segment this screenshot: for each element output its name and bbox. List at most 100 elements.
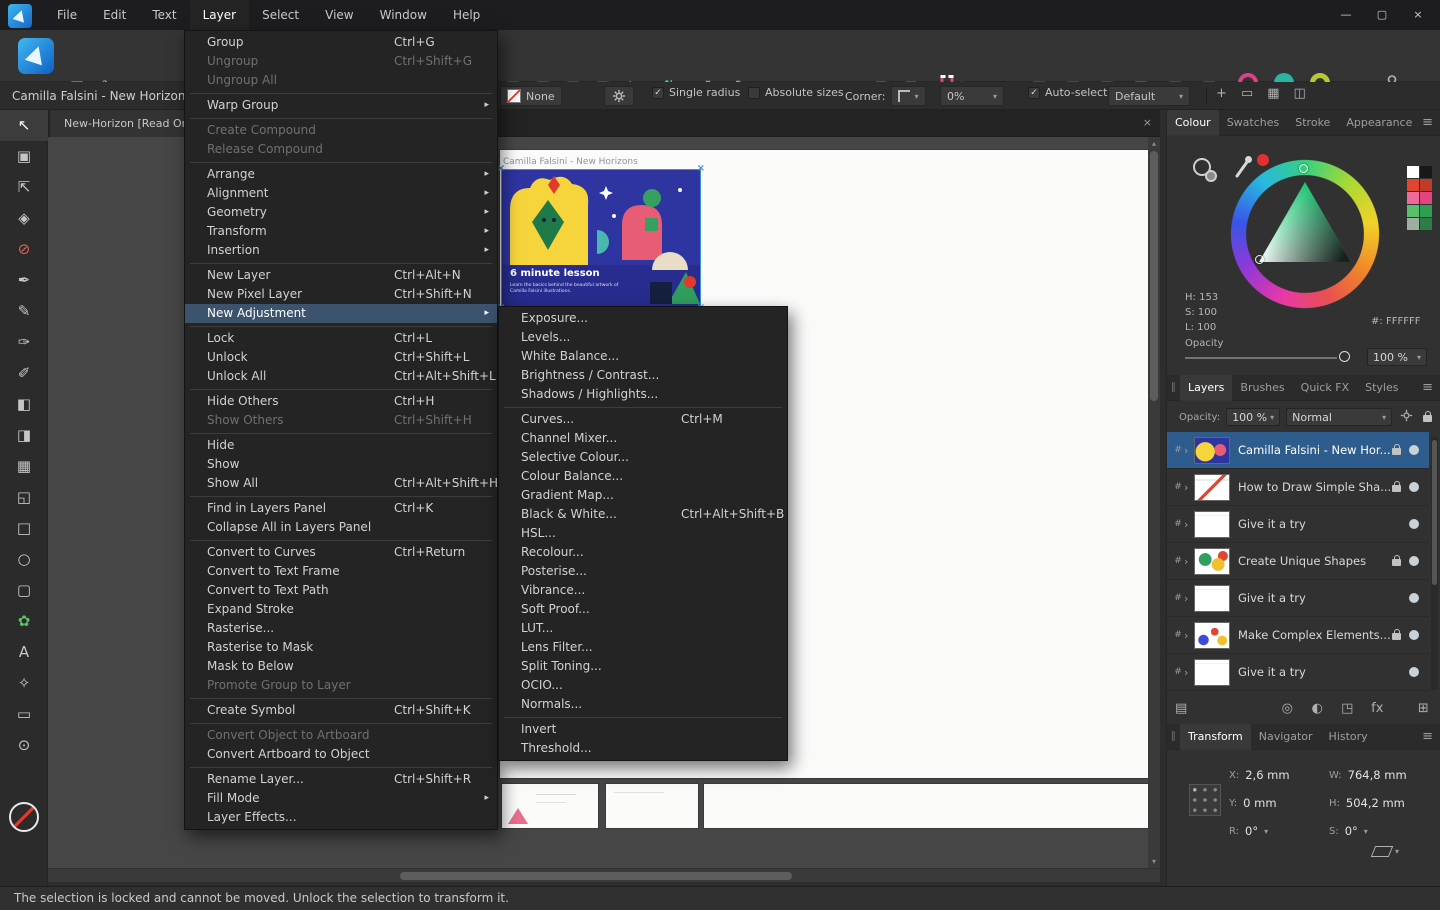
- scroll-up-icon[interactable]: ▴: [1148, 139, 1160, 148]
- menu-item[interactable]: Convert to Text Path ▸: [185, 581, 497, 600]
- fill-stroke-indicator[interactable]: [9, 802, 39, 832]
- expand-chevron-icon[interactable]: ›: [1184, 666, 1194, 679]
- colour-swatch[interactable]: [1407, 205, 1419, 217]
- menu-item[interactable]: Soft Proof... ▸: [499, 600, 787, 619]
- opacity-value-dropdown[interactable]: 100 % ▾: [1367, 348, 1427, 366]
- corner-type-dropdown[interactable]: ▾: [890, 86, 926, 106]
- layer-row[interactable]: # › Give it a try: [1167, 506, 1429, 543]
- menu-item[interactable]: LUT... ▸: [499, 619, 787, 638]
- menu-item[interactable]: Mask to Below ▸: [185, 657, 497, 676]
- colour-mode-icon[interactable]: [1191, 156, 1225, 190]
- caret-down-icon[interactable]: ▾: [1395, 847, 1399, 856]
- selected-artwork[interactable]: 6 minute lesson Learn the basics behind …: [497, 164, 705, 313]
- menu-item[interactable]: Rename Layer... Ctrl+Shift+R ▸: [185, 770, 497, 789]
- menu-item[interactable]: Warp Group ▸: [185, 96, 497, 115]
- menu-item[interactable]: Recolour... ▸: [499, 543, 787, 562]
- corner-radius-input[interactable]: 0% ▾: [940, 86, 1004, 106]
- layer-row[interactable]: # › How to Draw Simple Sha...: [1167, 469, 1429, 506]
- menu-item[interactable]: Show All Ctrl+Alt+Shift+H ▸: [185, 474, 498, 493]
- menu-item[interactable]: OCIO... ▸: [499, 676, 787, 695]
- menu-item[interactable]: Gradient Map... ▸: [499, 486, 787, 505]
- menu-item[interactable]: Exposure... ▸: [499, 309, 787, 328]
- menu-item[interactable]: Shadows / Highlights... ▸: [499, 385, 787, 404]
- expand-chevron-icon[interactable]: ›: [1184, 555, 1194, 568]
- menu-item[interactable]: Find in Layers Panel Ctrl+K ▸: [185, 499, 497, 518]
- fill-selector[interactable]: None: [500, 86, 562, 106]
- selection-handle-icon[interactable]: ×: [697, 164, 705, 174]
- panel-drag-handle[interactable]: ∥: [1167, 382, 1180, 393]
- panel-menu-icon[interactable]: ≡: [1422, 115, 1433, 130]
- text-tool[interactable]: A: [0, 637, 48, 668]
- colour-picker-tool[interactable]: ✧: [0, 668, 48, 699]
- mask-layer-icon[interactable]: ◎: [1277, 701, 1297, 716]
- artboard-thumb-3[interactable]: [704, 784, 1148, 828]
- close-button[interactable]: ×: [1400, 0, 1436, 30]
- menu-item[interactable]: Rasterise... ▸: [185, 619, 497, 638]
- node-tool[interactable]: ⇱: [0, 172, 48, 203]
- rectangle-tool[interactable]: □: [0, 513, 48, 544]
- panel-drag-handle[interactable]: ∥: [1167, 731, 1180, 742]
- move-tool[interactable]: ↖: [0, 110, 48, 141]
- blend-options-gear-icon[interactable]: [1400, 409, 1413, 425]
- menu-item[interactable]: Group Ctrl+G ▸: [185, 33, 497, 52]
- mesh-warp-tool[interactable]: ▦: [0, 451, 48, 482]
- transparency-tool[interactable]: ◨: [0, 420, 48, 451]
- menu-item[interactable]: Create Compound ▸: [185, 121, 497, 140]
- auto-select-checkbox[interactable]: ✓ Auto-select:: [1028, 86, 1111, 99]
- close-document-icon[interactable]: ×: [1143, 116, 1152, 129]
- panel-tab[interactable]: Stroke: [1287, 110, 1338, 136]
- expand-chevron-icon[interactable]: ›: [1184, 481, 1194, 494]
- menu-item[interactable]: Collapse All in Layers Panel ▸: [185, 518, 497, 537]
- grid-options-icon[interactable]: ◫: [1294, 86, 1306, 101]
- menubar-item[interactable]: Window: [367, 0, 440, 30]
- artboard-tool[interactable]: ▣: [0, 141, 48, 172]
- menu-item[interactable]: New Pixel Layer Ctrl+Shift+N ▸: [185, 285, 497, 304]
- add-layer-icon[interactable]: ⊞: [1413, 701, 1433, 716]
- colour-swatch[interactable]: [1420, 166, 1432, 178]
- lock-icon[interactable]: [1392, 555, 1401, 566]
- hex-readout[interactable]: #: FFFFFF: [1371, 316, 1420, 327]
- menu-item[interactable]: Unlock Ctrl+Shift+L ▸: [185, 348, 497, 367]
- panel-tab[interactable]: Transform: [1180, 723, 1251, 750]
- layers-scrollbar[interactable]: [1431, 437, 1438, 690]
- fx-layer-effects-icon[interactable]: fx: [1367, 701, 1387, 716]
- menu-item[interactable]: Unlock All Ctrl+Alt+Shift+L ▸: [185, 367, 497, 386]
- visibility-dot-icon[interactable]: [1409, 445, 1419, 455]
- panel-tab[interactable]: Layers: [1180, 374, 1233, 401]
- menu-item[interactable]: Black & White... Ctrl+Alt+Shift+B ▸: [499, 505, 787, 524]
- menu-item[interactable]: Hide ▸: [185, 436, 497, 455]
- menu-item[interactable]: Lock Ctrl+L ▸: [185, 329, 497, 348]
- vertical-scroll-thumb[interactable]: [1150, 151, 1158, 401]
- layer-row[interactable]: # › Give it a try: [1167, 654, 1429, 691]
- horizontal-scroll-thumb[interactable]: [400, 872, 792, 880]
- selection-box-icon[interactable]: ▭: [1241, 86, 1253, 101]
- caret-down-icon[interactable]: ▾: [1264, 827, 1268, 836]
- menu-item[interactable]: Threshold... ▸: [499, 739, 787, 758]
- menubar-item[interactable]: Layer: [189, 0, 250, 30]
- panel-tab[interactable]: History: [1321, 724, 1376, 750]
- shear-control[interactable]: ▾: [1370, 846, 1399, 857]
- menu-item[interactable]: Brightness / Contrast... ▸: [499, 366, 787, 385]
- adjustment-layer-icon[interactable]: ◐: [1307, 701, 1327, 716]
- menu-item[interactable]: Layer Effects... ▸: [185, 808, 497, 827]
- colour-swatch[interactable]: [1407, 179, 1419, 191]
- saturation-triangle[interactable]: [1229, 158, 1381, 310]
- menubar-item[interactable]: Text: [139, 0, 189, 30]
- visibility-dot-icon[interactable]: [1409, 667, 1419, 677]
- menubar-item[interactable]: Help: [440, 0, 493, 30]
- minimize-button[interactable]: —: [1328, 0, 1364, 30]
- colour-swatch[interactable]: [1420, 218, 1432, 230]
- colour-swatch[interactable]: [1420, 179, 1432, 191]
- transform-field[interactable]: W: 764,8 mm ▾: [1329, 766, 1433, 784]
- pixel-grid-icon[interactable]: ▦: [1267, 86, 1279, 101]
- artboard-thumb-2[interactable]: [606, 784, 698, 828]
- layer-row[interactable]: # › Give it a try: [1167, 580, 1429, 617]
- panel-tab[interactable]: Styles: [1357, 375, 1406, 401]
- menu-item[interactable]: Lens Filter... ▸: [499, 638, 787, 657]
- rounded-rectangle-tool[interactable]: ▢: [0, 575, 48, 606]
- absolute-sizes-checkbox[interactable]: ✓ Absolute sizes: [748, 86, 844, 99]
- menubar-item[interactable]: View: [312, 0, 366, 30]
- edit-all-layers-icon[interactable]: ▤: [1175, 701, 1187, 716]
- paint-brush-tool[interactable]: ✐: [0, 358, 48, 389]
- panel-tab[interactable]: Brushes: [1232, 375, 1292, 401]
